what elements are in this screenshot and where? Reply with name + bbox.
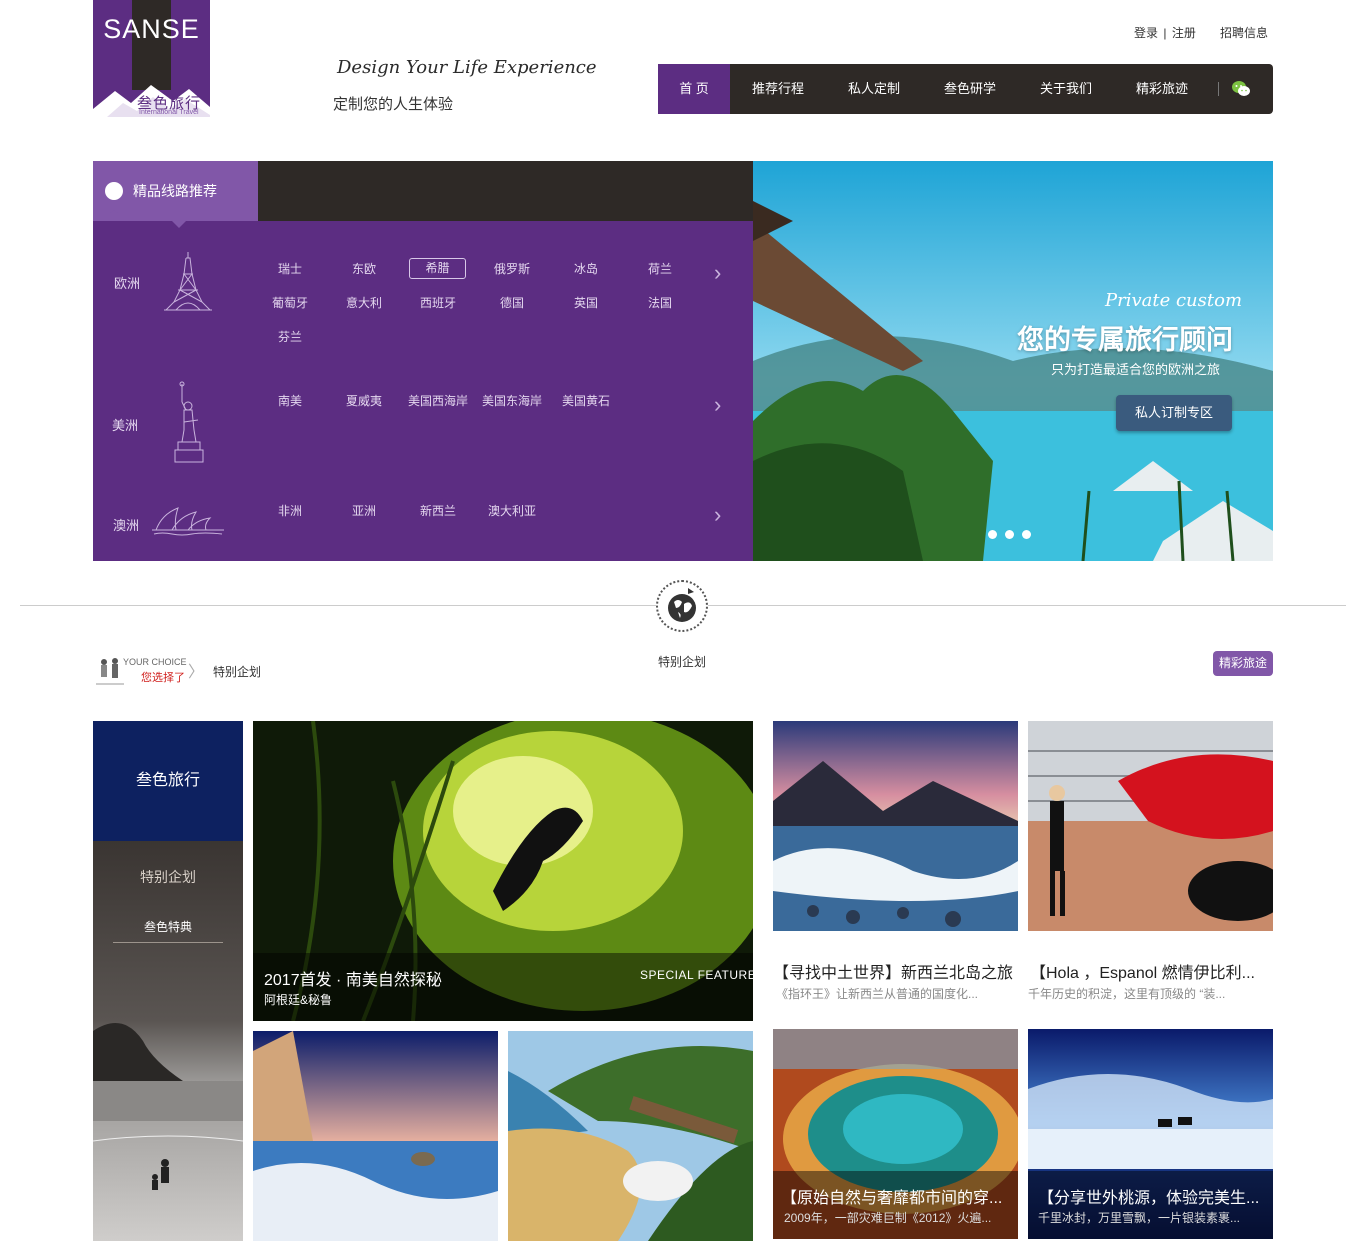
globe-icon [656,580,708,632]
article-desc: 《指环王》让新西兰从普通的国度化... [776,987,979,1001]
route-tab[interactable]: 精品线路推荐 [93,161,258,228]
slogan-en: Design Your Life Experience [337,57,597,78]
city[interactable]: 非洲 [253,502,327,519]
tab-pointer [172,221,186,228]
side-item-special[interactable]: 特别企划 [93,867,243,887]
city[interactable]: 夏威夷 [327,392,401,409]
city[interactable]: 德国 [475,294,549,311]
breadcrumb-separator: 〉 [188,664,205,681]
register-link[interactable]: 注册 [1172,26,1196,40]
slide-dot[interactable] [1005,530,1014,539]
nav-divider [1218,82,1219,96]
article-title[interactable]: 【Hola ，Espanol 燃情伊比利... [1030,959,1255,983]
city[interactable]: 亚洲 [327,502,401,519]
travelers-icon [96,658,124,685]
city[interactable]: 新西兰 [401,502,475,519]
train-beach-photo [508,1031,753,1241]
city[interactable]: 冰岛 [549,260,623,277]
breadcrumb-current[interactable]: 特别企划 [213,663,261,680]
city[interactable]: 澳大利亚 [475,502,549,519]
logo-en: International Travel [139,109,199,116]
slide-dot[interactable] [988,530,997,539]
article-desc: 2009年，一部灾难巨制《2012》火遍... [784,1211,992,1225]
route-tab-label: 精品线路推荐 [133,183,217,199]
article-title[interactable]: 【寻找中土世界】新西兰北岛之旅 [773,959,1013,983]
europe-more-arrow[interactable]: › [714,260,721,286]
coast-photo [253,1031,498,1241]
region-oceania[interactable]: 澳洲 [113,515,139,534]
compass-icon [105,182,123,213]
photo-card[interactable] [253,1031,498,1241]
side-title: 叁色旅行 [93,721,243,841]
photo-card[interactable] [508,1031,753,1241]
city[interactable]: 美国东海岸 [475,392,549,409]
choice-en: YOUR CHOICE [123,657,187,667]
city[interactable]: 英国 [549,294,623,311]
nav-private-custom[interactable]: 私人定制 [826,64,922,114]
city[interactable]: 法国 [623,294,697,311]
logo-brand: SANSE [103,14,200,44]
city[interactable]: 美国黄石 [549,392,623,409]
slogan-cn: 定制您的人生体验 [333,96,454,113]
banner-script: Private custom [1105,290,1243,311]
route-panel [93,161,753,561]
feature-title[interactable]: 2017首发 · 南美自然探秘 [264,966,442,990]
wechat-icon[interactable] [1231,79,1251,99]
slide-dot[interactable] [1022,530,1031,539]
nav-home[interactable]: 首 页 [658,64,730,114]
account-links: 登录 | 注册 [1134,24,1196,41]
oceania-more-arrow[interactable]: › [714,502,721,528]
banner-subtitle: 只为打造最适合您的欧洲之旅 [1051,362,1221,377]
main-nav: 首 页 推荐行程 私人定制 叁色研学 关于我们 精彩旅迹 [658,64,1273,114]
side-image [93,841,243,1241]
jobs-link[interactable]: 招聘信息 [1220,24,1268,41]
city[interactable]: 芬兰 [253,328,327,345]
side-item-perks[interactable]: 叁色特典 [93,918,243,935]
city[interactable]: 葡萄牙 [253,294,327,311]
side-divider [113,942,223,943]
choice-cn: 您选择了 [141,672,185,684]
statue-of-liberty-icon [174,381,204,463]
nav-about[interactable]: 关于我们 [1018,64,1114,114]
logo[interactable]: SANSE 叁色旅行 International Travel [93,0,210,117]
feature-tag: SPECIAL FEATURE [640,968,757,982]
spain-photo [1028,721,1273,931]
private-custom-button[interactable]: 私人订制专区 [1116,395,1232,431]
eiffel-tower-icon [164,252,212,311]
americas-more-arrow[interactable]: › [714,392,721,418]
banner-title: 您的专属旅行顾问 [1017,325,1233,355]
nav-travels[interactable]: 精彩旅迹 [1114,64,1210,114]
city[interactable]: 瑞士 [253,260,327,277]
city[interactable]: 俄罗斯 [475,260,549,277]
wonderful-trips-button[interactable]: 精彩旅途 [1213,651,1273,676]
divider: | [1163,26,1167,40]
nav-study[interactable]: 叁色研学 [922,64,1018,114]
article-title[interactable]: 【分享世外桃源，体验完美生... [1038,1184,1259,1208]
city[interactable]: 美国西海岸 [401,392,475,409]
city[interactable]: 南美 [253,392,327,409]
region-americas[interactable]: 美洲 [112,415,138,434]
opera-house-icon [152,507,224,536]
nav-recommended[interactable]: 推荐行程 [730,64,826,114]
section-label: 特别企划 [658,655,707,669]
article-image[interactable] [773,721,1018,931]
city-selected[interactable]: 希腊 [409,258,466,279]
article-title[interactable]: 【原始自然与奢靡都市间的穿... [781,1184,1002,1208]
side-panel [93,841,243,1241]
city[interactable]: 荷兰 [623,260,697,277]
city[interactable]: 西班牙 [401,294,475,311]
region-europe[interactable]: 欧洲 [114,273,140,292]
login-link[interactable]: 登录 [1134,26,1158,40]
new-zealand-photo [773,721,1018,931]
article-image[interactable] [1028,721,1273,931]
article-desc: 千年历史的积淀，这里有顶级的 “装... [1028,987,1226,1001]
article-desc: 千里冰封，万里雪飘，一片银装素裹... [1038,1211,1241,1225]
city[interactable]: 东欧 [327,260,401,277]
city[interactable]: 意大利 [327,294,401,311]
feature-subtitle: 阿根廷&秘鲁 [264,993,333,1007]
